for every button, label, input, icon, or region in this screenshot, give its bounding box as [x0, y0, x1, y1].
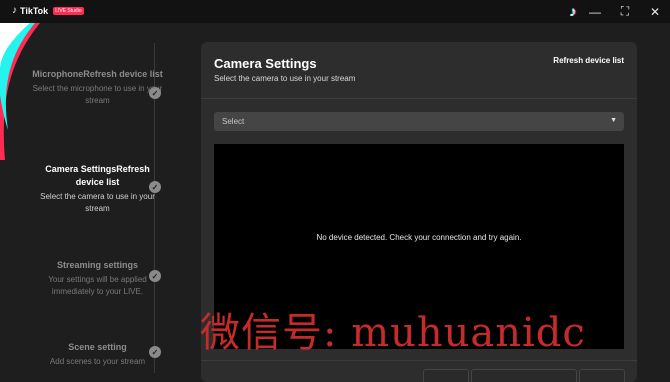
step-description: Add scenes to your stream	[49, 357, 146, 366]
logo-badge: LIVE Studio	[53, 6, 84, 15]
step-microphone[interactable]: MicrophoneRefresh device list Select the…	[30, 68, 165, 107]
app-logo: ♪ TikTok LIVE Studio	[12, 5, 84, 16]
chevron-down-icon: ▼	[610, 117, 617, 124]
title-bar: ♪ TikTok LIVE Studio ♪ — ⛶ ✕	[0, 0, 670, 23]
panel-footer	[201, 360, 637, 382]
no-device-message: No device detected. Check your connectio…	[316, 233, 522, 242]
back-button[interactable]	[423, 369, 469, 382]
step-title: MicrophoneRefresh device list	[32, 69, 163, 79]
refresh-device-list-link[interactable]: Refresh device list	[553, 56, 624, 65]
tiktok-logo-icon: ♪	[12, 5, 17, 16]
check-icon: ✓	[149, 87, 161, 99]
step-streaming-settings[interactable]: Streaming settings Your settings will be…	[30, 259, 165, 298]
camera-select[interactable]: Select ▼	[214, 112, 624, 131]
setup-steps: MicrophoneRefresh device list Select the…	[0, 23, 190, 373]
watermark-text: 微信号: muhuanidc	[200, 310, 586, 356]
step-title: Camera SettingsRefresh device list	[45, 164, 150, 187]
maximize-button[interactable]: ⛶	[610, 0, 640, 23]
window-controls: — ⛶ ✕	[580, 0, 670, 23]
step-title: Scene setting	[68, 342, 127, 352]
check-icon: ✓	[149, 270, 161, 282]
panel-header: Camera Settings Select the camera to use…	[201, 42, 637, 99]
step-description: Your settings will be applied immediatel…	[48, 275, 147, 296]
check-icon: ✓	[149, 346, 161, 358]
logo-text: TikTok	[20, 5, 49, 16]
select-value: Select	[222, 117, 245, 126]
minimize-button[interactable]: —	[580, 0, 610, 23]
page-title: Camera Settings	[214, 56, 317, 71]
step-description: Select the microphone to use in your str…	[32, 84, 163, 105]
step-description: Select the camera to use in your stream	[40, 192, 155, 213]
secondary-button[interactable]	[471, 369, 577, 382]
step-camera-settings[interactable]: Camera SettingsRefresh device list Selec…	[30, 163, 165, 215]
step-title: Streaming settings	[56, 260, 139, 270]
page-subtitle: Select the camera to use in your stream	[214, 74, 356, 83]
close-button[interactable]: ✕	[640, 0, 670, 23]
next-button[interactable]	[579, 369, 625, 382]
check-icon: ✓	[149, 181, 161, 193]
step-scene-setting[interactable]: Scene setting Add scenes to your stream	[30, 341, 165, 368]
